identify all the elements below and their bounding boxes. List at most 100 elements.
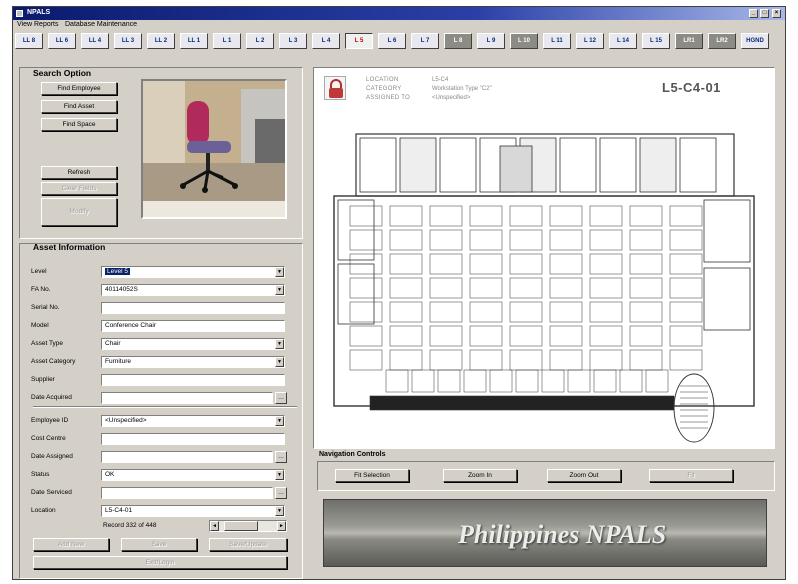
workstation: [549, 325, 583, 347]
app-window: NPALS _ □ × View Reports Database Mainte…: [12, 6, 786, 580]
tab-l-6[interactable]: L 6: [378, 33, 406, 49]
date-serviced-field[interactable]: [101, 487, 273, 499]
tab-l-15[interactable]: L 15: [642, 33, 670, 49]
zoom-out-button[interactable]: Zoom Out: [547, 469, 621, 482]
tab-l-8[interactable]: L 8: [444, 33, 472, 49]
model-field[interactable]: Conference Chair: [101, 320, 285, 332]
minimize-icon[interactable]: _: [749, 9, 758, 18]
workstation: [389, 205, 423, 227]
fit-selection-button[interactable]: Fit Selection: [335, 469, 409, 482]
asset-type-field[interactable]: Chair ▼: [101, 338, 285, 350]
floor-tabs: LL 8 LL 6 LL 4 LL 3 LL 2 LL 1 L 1 L 2 L 3 L 4 L 5 L…: [15, 33, 785, 51]
scroll-thumb[interactable]: [224, 521, 258, 531]
find-asset-button[interactable]: Find Asset: [41, 100, 117, 113]
core-hatched: [499, 145, 533, 193]
workstation: [549, 301, 583, 323]
chevron-down-icon[interactable]: ▼: [275, 470, 284, 480]
chevron-down-icon[interactable]: ▼: [275, 339, 284, 349]
workstation: [589, 229, 623, 251]
tab-l-12[interactable]: L 12: [576, 33, 604, 49]
workstation: [549, 349, 583, 371]
tab-ll-6[interactable]: LL 6: [48, 33, 76, 49]
tab-l-4[interactable]: L 4: [312, 33, 340, 49]
workstation: [669, 277, 703, 299]
floor-plan-view[interactable]: LOCATION L5-C4 CATEGORY Workstation Type…: [313, 67, 775, 449]
find-space-button[interactable]: Find Space: [41, 118, 117, 131]
menu-bar: View Reports Database Maintenance: [13, 20, 785, 31]
clear-fields-button[interactable]: Clear Fields: [41, 182, 117, 195]
serial-no-field[interactable]: [101, 302, 285, 314]
workstation: [349, 349, 383, 371]
tab-l-10[interactable]: L 10: [510, 33, 538, 49]
zoom-in-button[interactable]: Zoom In: [443, 469, 517, 482]
core-room: [599, 137, 637, 193]
add-new-button[interactable]: Add New: [33, 538, 109, 551]
close-icon[interactable]: ×: [772, 9, 781, 18]
banner-text: Philippines NPALS: [458, 520, 667, 549]
date-acquired-field[interactable]: [101, 392, 273, 404]
workstation: [549, 229, 583, 251]
chevron-down-icon[interactable]: ▼: [275, 416, 284, 426]
tab-l-2[interactable]: L 2: [246, 33, 274, 49]
tab-ll-4[interactable]: LL 4: [81, 33, 109, 49]
scroll-right-icon[interactable]: ►: [277, 521, 286, 531]
modify-button[interactable]: Modify: [41, 198, 117, 226]
chevron-down-icon[interactable]: ▼: [275, 357, 284, 367]
date-picker-icon[interactable]: …: [275, 487, 287, 499]
fa-no-label: FA No.: [31, 286, 51, 293]
workstation: [629, 229, 663, 251]
fa-no-field[interactable]: 40114052S ▼: [101, 284, 285, 296]
tab-lr2[interactable]: LR2: [708, 33, 736, 49]
core-room: [359, 137, 397, 193]
date-picker-icon[interactable]: …: [275, 451, 287, 463]
tab-l-11[interactable]: L 11: [543, 33, 571, 49]
refresh-button[interactable]: Refresh: [41, 166, 117, 179]
tab-l-5[interactable]: L 5: [345, 33, 373, 49]
title-bar[interactable]: NPALS _ □ ×: [13, 7, 785, 20]
status-value: OK: [105, 471, 115, 478]
date-assigned-field[interactable]: [101, 451, 273, 463]
workstation: [429, 205, 463, 227]
employee-id-field[interactable]: <Unspecified> ▼: [101, 415, 285, 427]
workstation: [509, 277, 543, 299]
tab-ll-3[interactable]: LL 3: [114, 33, 142, 49]
tab-l-1[interactable]: L 1: [213, 33, 241, 49]
asset-category-field[interactable]: Furniture ▼: [101, 356, 285, 368]
desk-pod: [463, 369, 487, 393]
supplier-field[interactable]: [101, 374, 285, 386]
tab-ll-1[interactable]: LL 1: [180, 33, 208, 49]
core-room: [439, 137, 477, 193]
maximize-icon[interactable]: □: [760, 9, 769, 18]
workstation: [469, 325, 503, 347]
tab-ll-2[interactable]: LL 2: [147, 33, 175, 49]
menu-view-reports[interactable]: View Reports: [17, 21, 59, 28]
record-counter: Record 332 of 448: [103, 522, 157, 529]
chevron-down-icon[interactable]: ▼: [275, 285, 284, 295]
exit-login-button[interactable]: Exit/Login: [33, 556, 287, 569]
tab-lr1[interactable]: LR1: [675, 33, 703, 49]
save-update-button[interactable]: Save/Update: [209, 538, 287, 551]
date-serviced-label: Date Serviced: [31, 489, 72, 496]
save-button[interactable]: Save: [121, 538, 197, 551]
menu-database-maintenance[interactable]: Database Maintenance: [65, 21, 137, 28]
chevron-down-icon[interactable]: ▼: [275, 506, 284, 516]
date-picker-icon[interactable]: …: [275, 392, 287, 404]
find-employee-button[interactable]: Find Employee: [41, 82, 117, 95]
status-field[interactable]: OK ▼: [101, 469, 285, 481]
tab-l-7[interactable]: L 7: [411, 33, 439, 49]
level-field[interactable]: Level 5 ▼: [101, 266, 285, 278]
chevron-down-icon[interactable]: ▼: [275, 267, 284, 277]
scroll-left-icon[interactable]: ◄: [210, 521, 219, 531]
cost-centre-field[interactable]: [101, 433, 285, 445]
workstation: [509, 205, 543, 227]
tab-l-3[interactable]: L 3: [279, 33, 307, 49]
tab-l-14[interactable]: L 14: [609, 33, 637, 49]
workstation: [469, 253, 503, 275]
location-field[interactable]: L5-C4-01 ▼: [101, 505, 285, 517]
record-scrollbar[interactable]: ◄ ►: [209, 520, 287, 532]
tab-hgnd[interactable]: HGND: [741, 33, 769, 49]
asset-category-label: Asset Category: [31, 358, 76, 365]
fit-button[interactable]: Fit: [649, 469, 733, 482]
tab-ll-8[interactable]: LL 8: [15, 33, 43, 49]
tab-l-9[interactable]: L 9: [477, 33, 505, 49]
